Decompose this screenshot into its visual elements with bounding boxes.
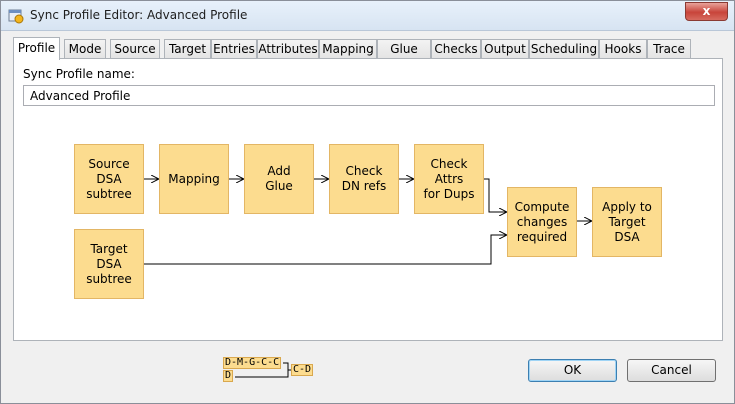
ok-button[interactable]: OK: [528, 359, 617, 382]
tab-trace[interactable]: Trace: [647, 39, 691, 59]
tab-entries[interactable]: Entries: [211, 39, 257, 59]
title-bar: Sync Profile Editor: Advanced Profile x: [1, 1, 734, 31]
node-apply-target: Apply to Target DSA: [592, 187, 662, 257]
close-icon: x: [702, 4, 711, 18]
tab-attributes[interactable]: Attributes: [257, 39, 319, 59]
tab-hooks[interactable]: Hooks: [599, 39, 647, 59]
sync-flow-diagram: Source DSA subtree Mapping Add Glue Chec…: [14, 59, 722, 340]
node-add-glue: Add Glue: [244, 144, 314, 214]
tab-source[interactable]: Source: [110, 39, 160, 59]
node-check-dn-refs: Check DN refs: [329, 144, 399, 214]
tab-scheduling[interactable]: Scheduling: [529, 39, 599, 59]
node-source-dsa: Source DSA subtree: [74, 144, 144, 214]
node-check-attrs-dups: Check Attrs for Dups: [414, 144, 484, 214]
close-button[interactable]: x: [685, 2, 728, 21]
tab-glue[interactable]: Glue: [377, 39, 431, 59]
profile-panel: Sync Profile name: S: [13, 58, 723, 341]
tab-checks[interactable]: Checks: [431, 39, 481, 59]
node-target-dsa: Target DSA subtree: [74, 229, 144, 299]
node-compute-changes: Compute changes required: [507, 187, 577, 257]
tab-mode[interactable]: Mode: [64, 39, 106, 59]
sync-profile-editor-window: Sync Profile Editor: Advanced Profile x …: [0, 0, 735, 404]
tab-target[interactable]: Target: [164, 39, 211, 59]
mini-map-connectors: [235, 362, 291, 378]
window-title: Sync Profile Editor: Advanced Profile: [30, 8, 248, 22]
tab-strip: Profile Mode Source Target Entries Attri…: [13, 37, 723, 60]
tab-profile[interactable]: Profile: [13, 37, 60, 60]
arrow-target-compute: [144, 235, 506, 265]
arrow-dups-compute: [484, 178, 506, 212]
flow-mini-map: D-M-G-C-C C-D D: [223, 355, 323, 385]
tab-output[interactable]: Output: [481, 39, 529, 59]
cancel-button[interactable]: Cancel: [627, 359, 716, 382]
app-icon: [8, 8, 24, 24]
tab-mapping[interactable]: Mapping: [319, 39, 377, 59]
node-mapping: Mapping: [159, 144, 229, 214]
